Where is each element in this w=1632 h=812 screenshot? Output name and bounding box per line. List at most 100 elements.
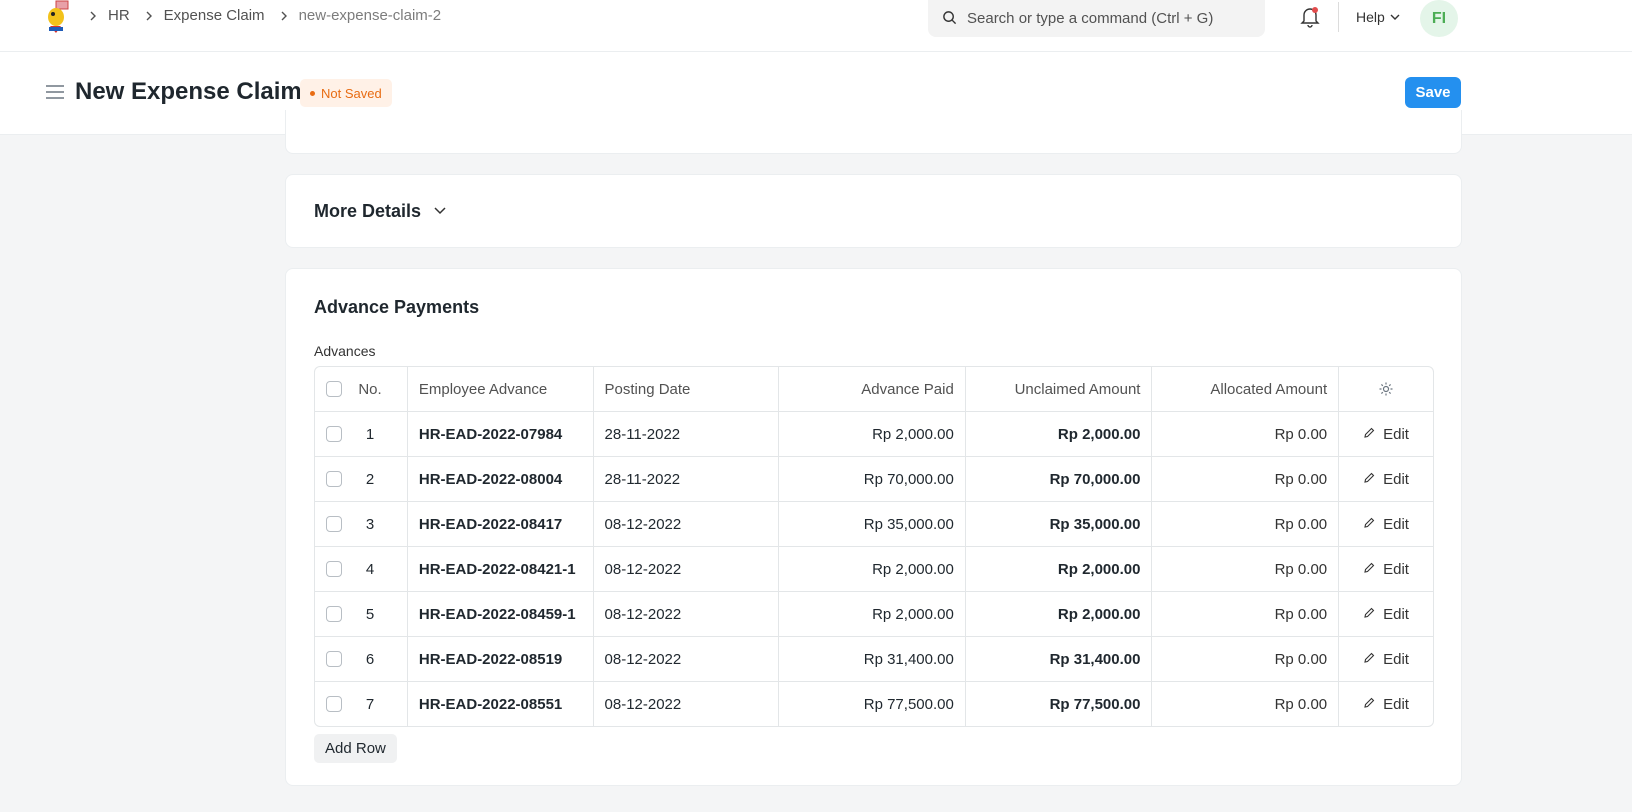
bell-icon[interactable] — [1300, 6, 1320, 28]
pencil-icon — [1363, 606, 1383, 623]
edit-row-button[interactable]: Edit — [1363, 426, 1409, 443]
column-header-unclaimed-amount: Unclaimed Amount — [966, 367, 1153, 411]
help-dropdown[interactable]: Help — [1356, 9, 1400, 25]
row-number: 7 — [365, 695, 375, 713]
row-checkbox[interactable] — [326, 651, 342, 667]
allocated-amount-cell[interactable]: Rp 0.00 — [1152, 682, 1340, 726]
table-row[interactable]: 6 HR-EAD-2022-08519 08-12-2022 Rp 31,400… — [315, 637, 1433, 682]
employee-advance-cell[interactable]: HR-EAD-2022-08417 — [408, 502, 594, 546]
select-all-checkbox[interactable] — [326, 381, 342, 397]
table-row[interactable]: 1 HR-EAD-2022-07984 28-11-2022 Rp 2,000.… — [315, 412, 1433, 457]
advance-paid-cell[interactable]: Rp 31,400.00 — [779, 637, 966, 681]
employee-advance-cell[interactable]: HR-EAD-2022-08551 — [408, 682, 594, 726]
status-dot-icon — [310, 90, 315, 96]
pencil-icon — [1363, 471, 1383, 488]
table-row[interactable]: 7 HR-EAD-2022-08551 08-12-2022 Rp 77,500… — [315, 682, 1433, 726]
row-checkbox[interactable] — [326, 561, 342, 577]
posting-date-cell[interactable]: 08-12-2022 — [594, 637, 780, 681]
search-input[interactable] — [967, 10, 1247, 27]
employee-advance-cell[interactable]: HR-EAD-2022-08004 — [408, 457, 594, 501]
more-details-title: More Details — [314, 201, 422, 221]
edit-row-button[interactable]: Edit — [1363, 696, 1409, 713]
unclaimed-amount-cell[interactable]: Rp 31,400.00 — [966, 637, 1153, 681]
advance-paid-cell[interactable]: Rp 70,000.00 — [779, 457, 966, 501]
app-logo-icon[interactable] — [43, 0, 73, 34]
posting-date-cell[interactable]: 08-12-2022 — [594, 592, 780, 636]
employee-advance-cell[interactable]: HR-EAD-2022-07984 — [408, 412, 594, 456]
section-title: Advance Payments — [314, 297, 480, 317]
row-checkbox[interactable] — [326, 471, 342, 487]
advance-payments-section: Advance Payments Advances No. Employee A… — [285, 268, 1462, 786]
more-details-toggle[interactable]: More Details — [314, 201, 447, 222]
advances-table: No. Employee Advance Posting Date Advanc… — [314, 366, 1434, 727]
navbar: HR Expense Claim new-expense-claim-2 Hel… — [0, 0, 1632, 52]
advance-paid-cell[interactable]: Rp 2,000.00 — [779, 592, 966, 636]
chevron-right-icon — [144, 11, 154, 21]
employee-advance-cell[interactable]: HR-EAD-2022-08459-1 — [408, 592, 594, 636]
edit-cell: Edit — [1339, 592, 1433, 636]
allocated-amount-cell[interactable]: Rp 0.00 — [1152, 547, 1340, 591]
edit-label: Edit — [1383, 695, 1409, 713]
unclaimed-amount-cell[interactable]: Rp 35,000.00 — [966, 502, 1153, 546]
advance-paid-cell[interactable]: Rp 77,500.00 — [779, 682, 966, 726]
row-select-cell: 5 — [315, 592, 408, 636]
table-row[interactable]: 2 HR-EAD-2022-08004 28-11-2022 Rp 70,000… — [315, 457, 1433, 502]
unclaimed-amount-cell[interactable]: Rp 2,000.00 — [966, 412, 1153, 456]
table-row[interactable]: 5 HR-EAD-2022-08459-1 08-12-2022 Rp 2,00… — [315, 592, 1433, 637]
table-row[interactable]: 3 HR-EAD-2022-08417 08-12-2022 Rp 35,000… — [315, 502, 1433, 547]
row-checkbox[interactable] — [326, 606, 342, 622]
edit-row-button[interactable]: Edit — [1363, 471, 1409, 488]
edit-row-button[interactable]: Edit — [1363, 516, 1409, 533]
add-row-button[interactable]: Add Row — [314, 734, 397, 763]
posting-date-cell[interactable]: 28-11-2022 — [594, 457, 780, 501]
gear-icon[interactable] — [1339, 367, 1433, 411]
row-select-cell: 6 — [315, 637, 408, 681]
allocated-amount-cell[interactable]: Rp 0.00 — [1152, 637, 1340, 681]
column-header-employee-advance: Employee Advance — [408, 367, 594, 411]
hamburger-icon[interactable] — [46, 85, 64, 99]
allocated-amount-cell[interactable]: Rp 0.00 — [1152, 457, 1340, 501]
row-checkbox[interactable] — [326, 516, 342, 532]
allocated-amount-cell[interactable]: Rp 0.00 — [1152, 412, 1340, 456]
advance-paid-cell[interactable]: Rp 35,000.00 — [779, 502, 966, 546]
posting-date-cell[interactable]: 08-12-2022 — [594, 502, 780, 546]
table-row[interactable]: 4 HR-EAD-2022-08421-1 08-12-2022 Rp 2,00… — [315, 547, 1433, 592]
chevron-down-icon — [421, 201, 447, 222]
row-select-cell: 7 — [315, 682, 408, 726]
row-number: 1 — [365, 425, 375, 443]
employee-advance-cell[interactable]: HR-EAD-2022-08421-1 — [408, 547, 594, 591]
posting-date-cell[interactable]: 08-12-2022 — [594, 547, 780, 591]
edit-row-button[interactable]: Edit — [1363, 606, 1409, 623]
unclaimed-amount-cell[interactable]: Rp 70,000.00 — [966, 457, 1153, 501]
advance-paid-cell[interactable]: Rp 2,000.00 — [779, 547, 966, 591]
breadcrumb-hr[interactable]: HR — [108, 7, 130, 24]
breadcrumb-expense-claim[interactable]: Expense Claim — [164, 7, 265, 24]
edit-cell: Edit — [1339, 457, 1433, 501]
pencil-icon — [1363, 426, 1383, 443]
posting-date-cell[interactable]: 08-12-2022 — [594, 682, 780, 726]
edit-row-button[interactable]: Edit — [1363, 561, 1409, 578]
row-checkbox[interactable] — [326, 696, 342, 712]
search-bar[interactable] — [928, 0, 1265, 37]
avatar[interactable]: FI — [1420, 0, 1458, 37]
save-button[interactable]: Save — [1405, 77, 1461, 108]
chevron-right-icon — [279, 11, 289, 21]
edit-cell: Edit — [1339, 412, 1433, 456]
column-header-advance-paid: Advance Paid — [779, 367, 966, 411]
status-badge: Not Saved — [300, 79, 392, 107]
search-icon — [942, 10, 967, 28]
unclaimed-amount-cell[interactable]: Rp 2,000.00 — [966, 547, 1153, 591]
allocated-amount-cell[interactable]: Rp 0.00 — [1152, 502, 1340, 546]
breadcrumb-current[interactable]: new-expense-claim-2 — [299, 7, 442, 24]
previous-section-card — [285, 110, 1462, 154]
row-checkbox[interactable] — [326, 426, 342, 442]
edit-cell: Edit — [1339, 547, 1433, 591]
allocated-amount-cell[interactable]: Rp 0.00 — [1152, 592, 1340, 636]
edit-row-button[interactable]: Edit — [1363, 651, 1409, 668]
employee-advance-cell[interactable]: HR-EAD-2022-08519 — [408, 637, 594, 681]
advance-paid-cell[interactable]: Rp 2,000.00 — [779, 412, 966, 456]
edit-cell: Edit — [1339, 637, 1433, 681]
unclaimed-amount-cell[interactable]: Rp 2,000.00 — [966, 592, 1153, 636]
unclaimed-amount-cell[interactable]: Rp 77,500.00 — [966, 682, 1153, 726]
posting-date-cell[interactable]: 28-11-2022 — [594, 412, 780, 456]
